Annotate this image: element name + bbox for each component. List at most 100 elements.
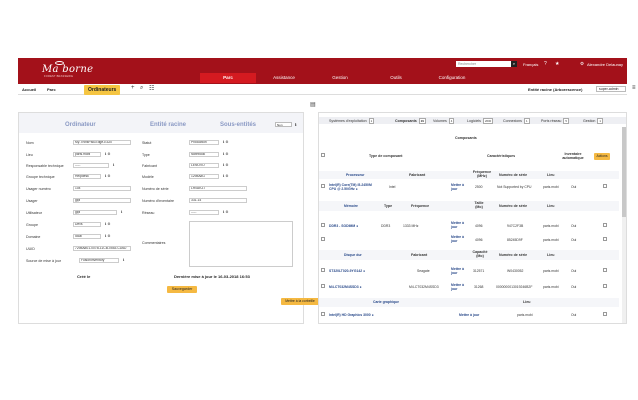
language-selector[interactable]: Français	[523, 62, 538, 67]
proc-row-checkbox[interactable]	[321, 184, 325, 188]
user-name[interactable]: Alexandre Delaunay	[587, 62, 623, 67]
gfx-update-link[interactable]: Mettre à jour	[459, 313, 479, 317]
add-icon[interactable]: +	[131, 85, 135, 91]
groupe-technique-select[interactable]: Helpdesk	[73, 174, 101, 179]
tab-entite-racine[interactable]: Entité racine	[150, 122, 186, 128]
responsable-info-icon[interactable]: ℹ	[113, 163, 115, 167]
usager-input[interactable]: glpi	[73, 198, 131, 203]
groupe-select[interactable]: Devs	[73, 222, 101, 227]
list-icon[interactable]: ☷	[149, 85, 154, 92]
proc-action-checkbox[interactable]	[603, 184, 607, 188]
breadcrumb-current[interactable]: Ordinateurs	[84, 85, 121, 95]
disk-row-2-name[interactable]: M4-CT032M4SSD3 ●	[329, 285, 362, 289]
mem-row-1-name[interactable]: DDR3 - SODIMM ●	[329, 224, 358, 228]
select-all-checkbox[interactable]	[321, 153, 325, 157]
lieu-select[interactable]: paris.mobi	[73, 152, 101, 157]
logo[interactable]: Ma borne	[42, 64, 93, 75]
user-settings-icon[interactable]: ⚙	[580, 61, 584, 67]
gfx-action-checkbox[interactable]	[603, 312, 607, 316]
disk-row-1-update-link[interactable]: Mettre à jour	[451, 267, 465, 275]
modele-icons[interactable]: ℹ⚙	[223, 174, 230, 178]
tab-volumes[interactable]: Volumes 4	[433, 118, 455, 124]
tab-sous-entites[interactable]: Sous-entités	[220, 122, 256, 128]
search-icon[interactable]: ⌕	[511, 61, 517, 67]
search-input[interactable]: Rechercher	[456, 61, 512, 67]
disk-row-1-checkbox[interactable]	[321, 268, 325, 272]
mem-row-1-taille: 4096	[475, 224, 483, 228]
tab-composants[interactable]: Composants 29	[395, 118, 426, 124]
proc-name-link[interactable]: Intel(R) Core(TM) i5-2450M CPU @ 2.50GHz…	[329, 183, 379, 191]
mem-row-1-action-checkbox[interactable]	[603, 223, 607, 227]
disk-row-1-action-checkbox[interactable]	[603, 268, 607, 272]
uuid-input[interactable]: 7298A801-007B-11CB-0553-CD6D	[73, 246, 131, 251]
last-update-label: Dernière mise à jour le 16-03-2018 16:53	[174, 274, 250, 279]
mem-row-1-checkbox[interactable]	[321, 223, 325, 227]
subentities-select[interactable]: Non	[275, 122, 292, 127]
info-icon[interactable]: ℹ	[295, 122, 297, 127]
nav-outils[interactable]: Outils	[368, 73, 424, 83]
disk-row-2-action-checkbox[interactable]	[603, 284, 607, 288]
tab-gestion[interactable]: Gestion 1	[583, 118, 603, 124]
breadcrumb-parc[interactable]: Parc	[47, 87, 56, 92]
disk-row-2-checkbox[interactable]	[321, 284, 325, 288]
statut-select[interactable]: Production	[189, 140, 219, 145]
utilisateur-select[interactable]: glpi	[73, 210, 117, 215]
entity-label[interactable]: Entité racine (Arborescence)	[528, 87, 582, 92]
breadcrumb-home[interactable]: Accueil	[22, 87, 36, 92]
gfx-name-link[interactable]: Intel(R) HD Graphics 3000 ●	[329, 313, 374, 317]
type-icons[interactable]: ℹ⚙	[223, 152, 230, 156]
responsable-select[interactable]: -----	[73, 163, 109, 168]
numero-serie-input[interactable]: LR0AKZ7	[189, 186, 247, 191]
groupe-technique-icons[interactable]: ℹ⚙	[105, 174, 112, 178]
tab-ports-reseau[interactable]: Ports réseau 5	[541, 118, 569, 124]
type-select[interactable]: Notebook	[189, 152, 219, 157]
mem-row-1-update-link[interactable]: Mettre à jour	[451, 221, 465, 229]
profile-select[interactable]: super-admin	[596, 85, 626, 92]
source-info-icon[interactable]: ℹ	[123, 258, 125, 262]
mem-row-2-checkbox[interactable]	[321, 237, 325, 241]
reseau-icons[interactable]: ℹ⚙	[223, 210, 230, 214]
help-icon[interactable]: ?	[544, 61, 547, 67]
disk-row-1-name[interactable]: ST320LT020-9YG142 ●	[329, 269, 365, 273]
scrollbar-thumb[interactable]	[622, 127, 626, 217]
reseau-select[interactable]: -----	[189, 210, 219, 215]
split-view-icon[interactable]: ▤	[310, 101, 316, 108]
nav-parc[interactable]: Parc	[200, 73, 256, 83]
tab-systemes[interactable]: Systèmes d'exploitation 1	[329, 118, 375, 124]
tab-connexions[interactable]: Connexions 1	[503, 118, 530, 124]
trash-button[interactable]: Mettre à la corbeille	[281, 298, 319, 305]
tab-logiciels[interactable]: Logiciels 2600	[467, 118, 494, 124]
domaine-select[interactable]: local	[73, 234, 101, 239]
groupe-icons[interactable]: ℹ⚙	[105, 222, 112, 226]
nom-input[interactable]: My-ThinkPad-Edge-E320	[73, 140, 131, 145]
utilisateur-info-icon[interactable]: ℹ	[121, 210, 123, 214]
fabricant-select[interactable]: LENOVO	[189, 163, 219, 168]
statut-icons[interactable]: ℹ⚙	[223, 140, 230, 144]
domaine-icons[interactable]: ℹ⚙	[105, 234, 112, 238]
mem-row-2-update-link[interactable]: Mettre à jour	[451, 235, 465, 243]
gfx-row-checkbox[interactable]	[321, 312, 325, 316]
actions-button[interactable]: Actions	[594, 153, 610, 160]
search-icon[interactable]: ⌕	[140, 85, 143, 92]
logout-icon[interactable]: ⏻	[632, 61, 636, 67]
label-usager-numero: Usager numéro	[26, 187, 51, 191]
nav-gestion[interactable]: Gestion	[312, 73, 368, 83]
numero-inventaire-input[interactable]: 331-14	[189, 198, 247, 203]
proc-update-link[interactable]: Mettre à jour	[451, 183, 465, 191]
nav-assistance[interactable]: Assistance	[256, 73, 312, 83]
nav-configuration[interactable]: Configuration	[424, 73, 480, 83]
lieu-action-icons[interactable]: ℹ⚙	[105, 152, 112, 156]
source-select[interactable]: FusionInventory	[79, 258, 119, 263]
tab-ordinateur[interactable]: Ordinateur	[65, 122, 96, 128]
fabricant-icons[interactable]: ℹ⚙	[223, 163, 230, 167]
commentaires-textarea[interactable]	[189, 221, 293, 267]
menu-icon[interactable]: ≡	[632, 85, 636, 91]
mem-row-2-action-checkbox[interactable]	[603, 237, 607, 241]
disk-row-2-update-link[interactable]: Mettre à jour	[451, 283, 465, 291]
disk-row-2-lieu: paris.mobi	[543, 285, 559, 289]
disk-row-1-cap: 312571	[473, 269, 485, 273]
modele-select[interactable]: 1298A8G	[189, 174, 219, 179]
usager-numero-input[interactable]: 104	[73, 186, 131, 191]
star-icon[interactable]: ★	[555, 61, 559, 67]
save-button[interactable]: Sauvegarder	[167, 286, 197, 293]
